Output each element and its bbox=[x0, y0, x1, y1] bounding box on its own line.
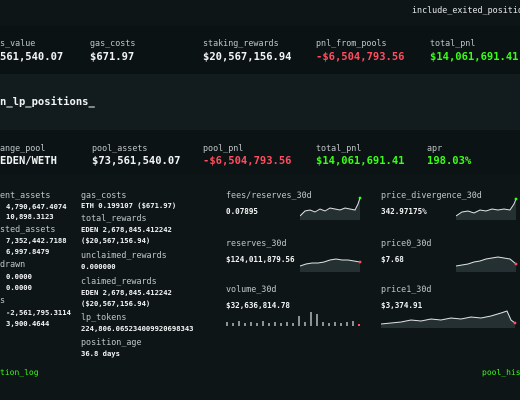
detail-value: ($20,567,156.94) bbox=[81, 236, 151, 245]
detail-label: unclaimed_rewards bbox=[81, 250, 167, 260]
detail-value: EDEN 2,678,845.412242 bbox=[81, 288, 172, 297]
detail-label: sted_assets bbox=[0, 224, 56, 234]
pool-label: pool_assets bbox=[92, 143, 148, 153]
detail-label: claimed_rewards bbox=[81, 276, 157, 286]
reserves-sparkline bbox=[300, 258, 362, 272]
pool-label: apr bbox=[427, 143, 443, 153]
detail-label: gas_costs bbox=[81, 190, 127, 200]
price-divergence-sparkline bbox=[456, 197, 518, 220]
summary-band bbox=[0, 26, 520, 74]
summary-label: gas_costs bbox=[90, 38, 136, 48]
summary-label: pnl_from_pools bbox=[316, 38, 387, 48]
fees-reserves-sparkline bbox=[300, 196, 362, 220]
detail-label: ent_assets bbox=[0, 190, 51, 200]
summary-value: $671.97 bbox=[90, 51, 135, 63]
price1-sparkline bbox=[381, 310, 517, 328]
summary-value: 561,540.07 bbox=[0, 51, 64, 63]
detail-value: 224,806.065234009920698343 bbox=[81, 324, 194, 333]
section-title: n_lp_positions_ bbox=[0, 96, 95, 108]
detail-value: ($20,567,156.94) bbox=[81, 299, 151, 308]
detail-label: s bbox=[0, 295, 6, 305]
pool-value: $73,561,540.07 bbox=[92, 155, 181, 167]
metric-value: 342.97175% bbox=[381, 207, 427, 216]
pool-history-link[interactable]: pool_his bbox=[482, 368, 520, 377]
summary-value: $14,061,691.41 bbox=[430, 51, 519, 63]
pool-label: ange_pool bbox=[0, 143, 46, 153]
metric-label: price0_30d bbox=[381, 238, 432, 248]
detail-value: -2,561,795.3114 bbox=[6, 308, 71, 317]
metric-label: reserves_30d bbox=[226, 238, 287, 248]
pool-label: pool_pnl bbox=[203, 143, 244, 153]
metric-value: 0.07895 bbox=[226, 207, 259, 216]
metric-value: $124,011,879.56 bbox=[226, 255, 295, 264]
metric-label: volume_30d bbox=[226, 284, 277, 294]
pool-value: 198.03% bbox=[427, 155, 472, 167]
detail-label: total_rewards bbox=[81, 213, 147, 223]
detail-value: 10,898.3123 bbox=[6, 212, 54, 221]
include-exited-positions-toggle[interactable]: include_exited_positio bbox=[412, 5, 520, 15]
detail-value: 4,790,647.4074 bbox=[6, 202, 67, 211]
detail-value: 0.0000 bbox=[6, 283, 32, 292]
pool-value: -$6,504,793.56 bbox=[203, 155, 292, 167]
detail-label: drawn bbox=[0, 259, 26, 269]
metric-label: price1_30d bbox=[381, 284, 432, 294]
metric-label: fees/reserves_30d bbox=[226, 190, 312, 200]
position-log-link[interactable]: tion_log bbox=[0, 368, 39, 377]
detail-label: lp_tokens bbox=[81, 312, 127, 322]
detail-value: 0.000000 bbox=[81, 262, 116, 271]
detail-value: EDEN 2,678,845.412242 bbox=[81, 225, 172, 234]
pool-label: total_pnl bbox=[316, 143, 362, 153]
volume-bars bbox=[226, 312, 360, 326]
price0-sparkline bbox=[456, 256, 518, 272]
summary-label: s_value bbox=[0, 38, 36, 48]
detail-value: 0.0000 bbox=[6, 272, 32, 281]
summary-value: -$6,504,793.56 bbox=[316, 51, 405, 63]
summary-label: staking_rewards bbox=[203, 38, 279, 48]
detail-value: 6,997.8479 bbox=[6, 247, 50, 256]
detail-value: 7,352,442.7188 bbox=[6, 236, 67, 245]
detail-value: 36.8 days bbox=[81, 349, 120, 358]
pool-value: EDEN/WETH bbox=[0, 155, 57, 167]
pool-value: $14,061,691.41 bbox=[316, 155, 405, 167]
metric-value: $7.68 bbox=[381, 255, 404, 264]
summary-value: $20,567,156.94 bbox=[203, 51, 292, 63]
detail-value: ETH 0.199107 ($671.97) bbox=[81, 201, 177, 210]
detail-label: position_age bbox=[81, 337, 142, 347]
detail-value: 3,900.4644 bbox=[6, 319, 50, 328]
summary-label: total_pnl bbox=[430, 38, 476, 48]
